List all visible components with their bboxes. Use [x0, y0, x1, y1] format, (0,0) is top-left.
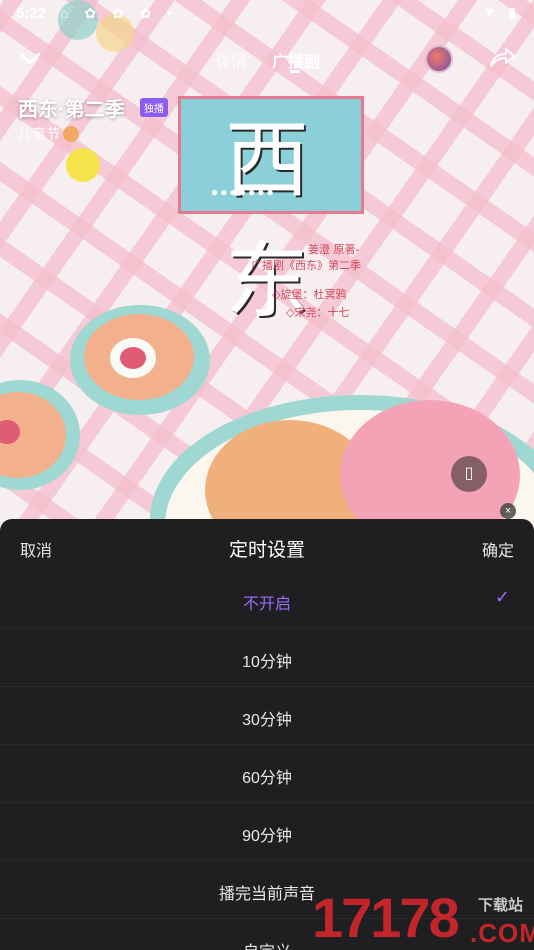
poster-credit: ◇宋尧：十七 [286, 306, 350, 319]
watermark-domain: .COM [470, 918, 534, 948]
close-icon[interactable]: × [500, 503, 516, 519]
chevron-down-icon-svg [19, 52, 41, 65]
share-icon-svg [490, 48, 515, 67]
watermark-number: 17178 [312, 886, 460, 949]
tab-detail[interactable]: 详情 [215, 48, 247, 72]
poster-dots: ●●●●●●● [211, 185, 276, 199]
system-icons: ▼ ▮ [482, 4, 520, 20]
status-bar: 5:22 ⌂ ✿ ✿ ✿ • ▼ ▮ [0, 0, 534, 28]
show-title: 西东·第二季 [18, 99, 125, 121]
confirm-button[interactable]: 确定 [482, 537, 514, 561]
watermark-site-name: 下载站 [478, 897, 524, 914]
option-label: 30分钟 [242, 712, 292, 729]
decor-ball [66, 148, 100, 182]
timer-option-10[interactable]: 10分钟 [0, 629, 534, 687]
share-icon[interactable] [486, 42, 518, 74]
cover-illustration: 西东 ●●●●●●● 姜澄 原著- 广播剧《西东》第二季 ◇旋堡：杜冥鸦 ◇宋尧… [0, 0, 534, 540]
emoji-icon [63, 126, 79, 142]
timer-option-off[interactable]: 不开启 ✓ [0, 571, 534, 629]
watermark-logo: 17178 下载站 .COM [312, 886, 534, 950]
timer-option-30[interactable]: 30分钟 [0, 687, 534, 745]
chevron-down-icon[interactable] [14, 44, 46, 76]
option-label: 不开启 [242, 596, 291, 613]
poster-credit: ◇旋堡：杜冥鸦 [272, 288, 347, 301]
subtitle-text: 儿童节 [18, 126, 60, 142]
top-nav: 详情 广播剧 [0, 40, 534, 80]
timer-option-60[interactable]: 60分钟 [0, 745, 534, 803]
sheet-header: 取消 定时设置 确定 [0, 519, 534, 575]
cake-decor [120, 347, 146, 369]
tab-radio-drama[interactable]: 广播剧 [272, 48, 320, 72]
exclusive-badge: 独播 [140, 98, 168, 117]
checkmark-icon: ✓ [494, 587, 510, 607]
option-label: 10分钟 [242, 654, 292, 671]
sheet-title: 定时设置 [228, 540, 305, 561]
float-window-icon[interactable]: ▯ [451, 456, 487, 492]
option-label: 60分钟 [242, 770, 292, 787]
poster-credit: 广播剧《西东》第二季 [251, 259, 361, 272]
poster-credit: 姜澄 原著- [308, 243, 360, 256]
status-time: 5:22 [16, 5, 47, 22]
poster-title-art: 西东 ●●●●●●● [178, 96, 364, 330]
avatar[interactable] [425, 45, 453, 73]
show-subtitle: 儿童节 [18, 124, 79, 144]
timer-option-90[interactable]: 90分钟 [0, 803, 534, 861]
option-label: 90分钟 [242, 828, 292, 845]
notification-icons: ⌂ ✿ ✿ ✿ • [60, 5, 179, 21]
tab-indicator [290, 70, 300, 73]
